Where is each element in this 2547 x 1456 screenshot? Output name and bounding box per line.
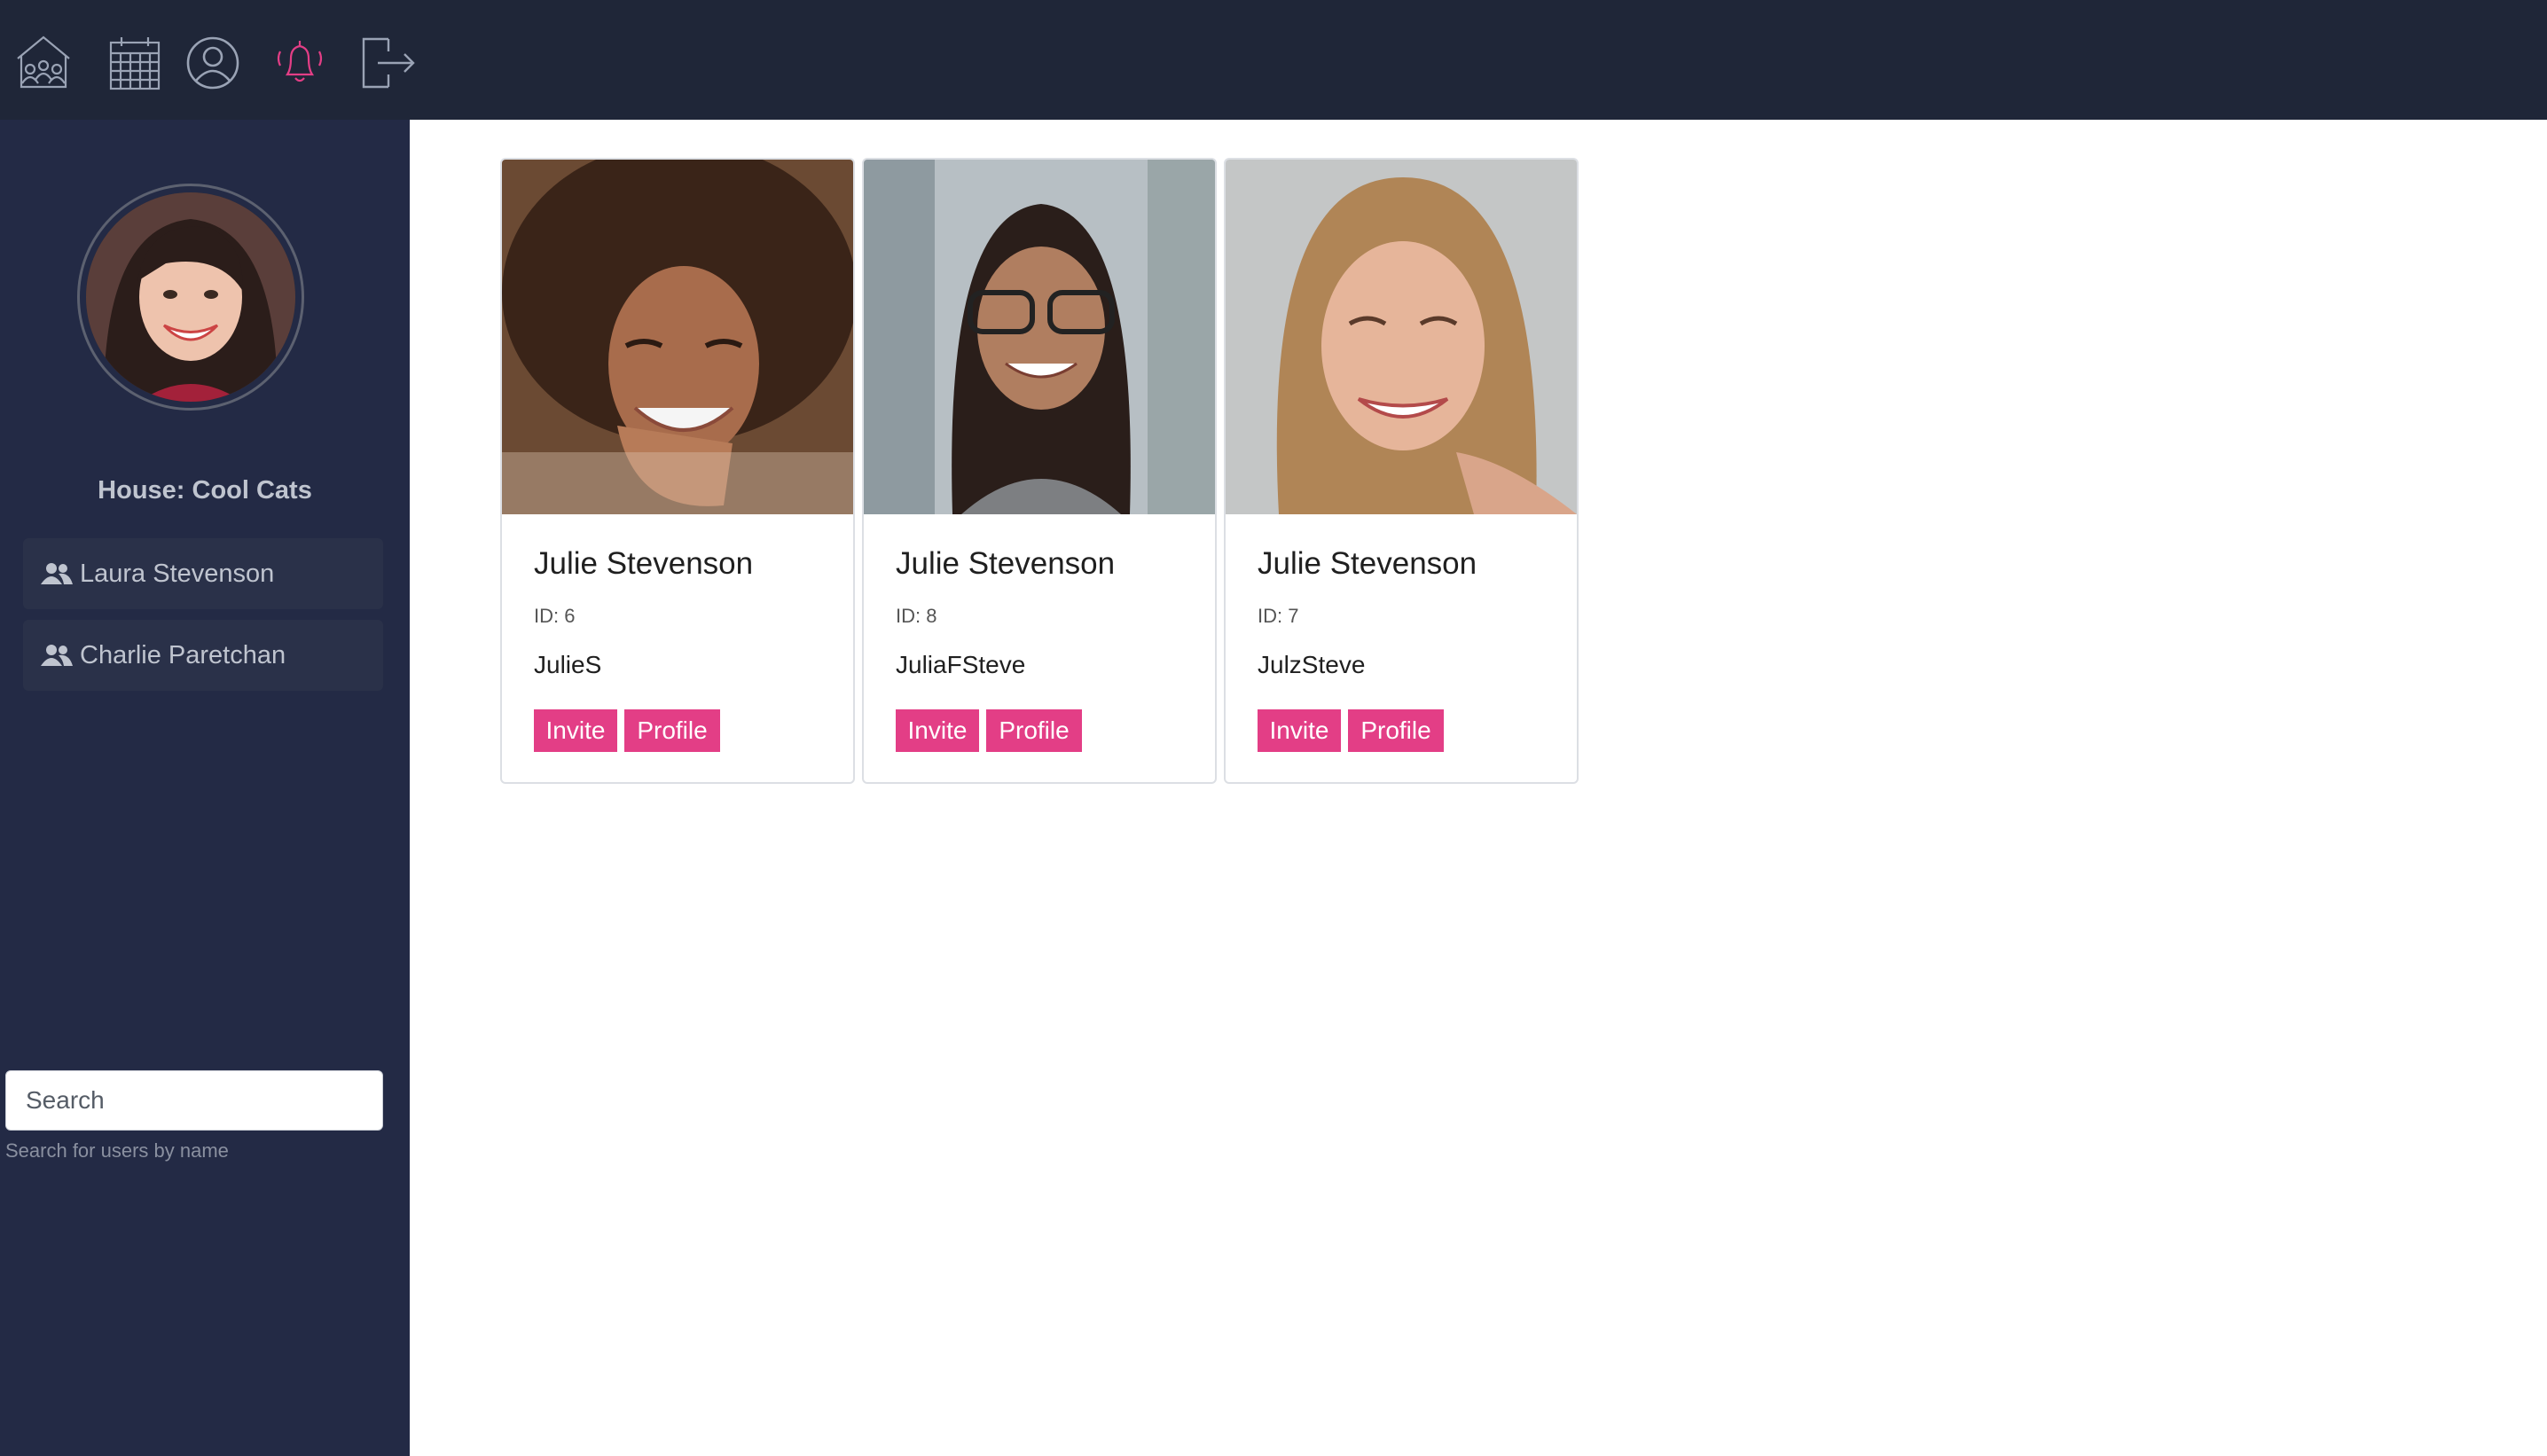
calendar-icon[interactable]: [104, 32, 166, 94]
member-name: Charlie Paretchan: [80, 640, 286, 669]
user-card: Julie Stevenson ID: 7 JulzSteve Invite P…: [1224, 158, 1579, 784]
user-photo: [502, 160, 853, 514]
profile-button[interactable]: Profile: [1348, 709, 1444, 752]
sidebar: House: Cool Cats Laura Stevenson Charlie…: [0, 120, 410, 1456]
user-profile-icon[interactable]: [182, 32, 244, 94]
notification-bell-icon[interactable]: [268, 32, 330, 94]
card-name: Julie Stevenson: [896, 546, 1116, 581]
card-username: JulieS: [534, 651, 602, 678]
search-input[interactable]: [5, 1070, 383, 1131]
invite-button[interactable]: Invite: [896, 709, 979, 752]
users-icon: [41, 643, 73, 668]
search-help-text: Search for users by name: [5, 1139, 229, 1162]
users-icon: [41, 561, 73, 586]
user-photo: [864, 160, 1215, 514]
profile-button[interactable]: Profile: [986, 709, 1082, 752]
user-photo: [1226, 160, 1577, 514]
card-id: ID: 6: [534, 605, 576, 627]
logout-icon[interactable]: [357, 32, 419, 94]
top-navigation-bar: [0, 0, 2547, 120]
card-username: JulzSteve: [1258, 651, 1366, 678]
invite-button[interactable]: Invite: [534, 709, 617, 752]
house-community-icon[interactable]: [12, 32, 74, 94]
profile-button[interactable]: Profile: [624, 709, 720, 752]
card-name: Julie Stevenson: [1258, 546, 1477, 581]
avatar-ring: [77, 184, 304, 411]
user-card: Julie Stevenson ID: 6 JulieS Invite Prof…: [500, 158, 855, 784]
member-item-laura-stevenson[interactable]: Laura Stevenson: [23, 538, 383, 609]
house-title: House: Cool Cats: [98, 476, 312, 505]
member-item-charlie-paretchan[interactable]: Charlie Paretchan: [23, 620, 383, 691]
card-name: Julie Stevenson: [534, 546, 754, 581]
invite-button[interactable]: Invite: [1258, 709, 1341, 752]
user-card: Julie Stevenson ID: 8 JuliaFSteve Invite…: [862, 158, 1217, 784]
card-id: ID: 7: [1258, 605, 1299, 627]
member-name: Laura Stevenson: [80, 559, 275, 588]
card-username: JuliaFSteve: [896, 651, 1026, 678]
avatar[interactable]: [86, 192, 295, 402]
card-id: ID: 8: [896, 605, 937, 627]
